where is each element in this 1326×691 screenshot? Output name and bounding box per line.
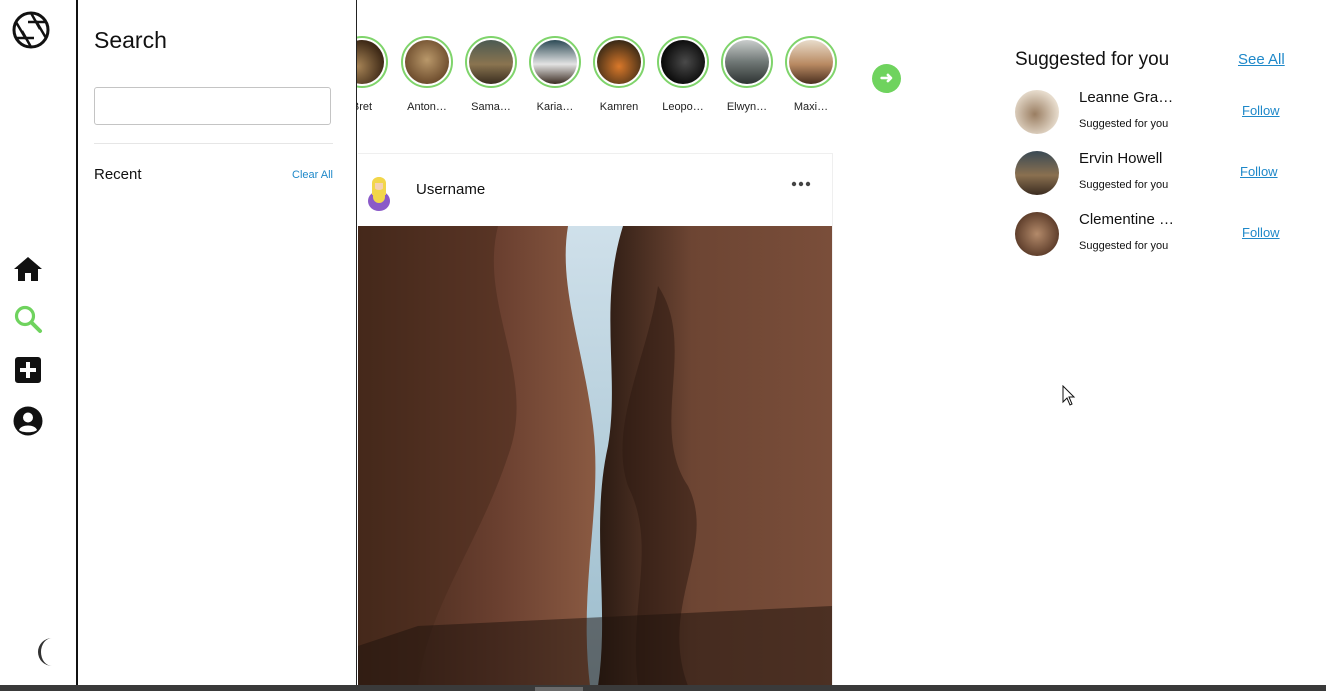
- suggestion-row: Clementine … Suggested for you Follow: [1015, 211, 1295, 258]
- plus-square-icon[interactable]: [12, 354, 44, 386]
- suggestion-name[interactable]: Ervin Howell: [1079, 150, 1184, 167]
- story-avatar: [357, 36, 388, 88]
- story-item[interactable]: Bret: [357, 36, 391, 113]
- follow-button[interactable]: Follow: [1240, 164, 1278, 179]
- follow-button[interactable]: Follow: [1242, 225, 1280, 240]
- suggestion-subtitle: Suggested for you: [1079, 118, 1169, 130]
- arrow-right-icon[interactable]: ➜: [872, 64, 901, 93]
- story-item[interactable]: Maxi…: [782, 36, 840, 113]
- search-panel-title: Search: [94, 27, 167, 53]
- story-avatar: [529, 36, 581, 88]
- suggestion-subtitle: Suggested for you: [1079, 240, 1169, 252]
- story-item[interactable]: Leopo…: [654, 36, 712, 113]
- post-image[interactable]: [358, 226, 832, 686]
- post-card: Username: [358, 153, 833, 687]
- suggestion-subtitle: Suggested for you: [1079, 179, 1169, 191]
- mouse-cursor-icon: [1062, 385, 1076, 406]
- search-input[interactable]: [94, 87, 331, 125]
- story-item[interactable]: Anton…: [398, 36, 456, 113]
- story-avatar: [465, 36, 517, 88]
- story-item[interactable]: Sama…: [462, 36, 520, 113]
- recent-label: Recent: [94, 166, 142, 183]
- avatar[interactable]: [364, 171, 394, 211]
- story-name: Bret: [357, 101, 373, 113]
- story-item[interactable]: Kamren: [590, 36, 648, 113]
- aperture-icon[interactable]: [11, 10, 51, 50]
- story-avatar: [401, 36, 453, 88]
- stories-bar: Bret Anton… Sama… Karia… Kamren Leopo… E…: [357, 36, 857, 126]
- search-panel: Search Recent Clear All: [78, 0, 357, 685]
- story-name: Kamren: [599, 101, 639, 113]
- suggestions-title: Suggested for you: [1015, 49, 1170, 70]
- clear-all-button[interactable]: Clear All: [292, 169, 333, 181]
- story-name: Sama…: [471, 101, 511, 113]
- see-all-link[interactable]: See All: [1238, 51, 1285, 68]
- story-avatar: [721, 36, 773, 88]
- moon-icon[interactable]: [30, 636, 60, 668]
- bottom-bar: [0, 685, 1326, 691]
- story-item[interactable]: Elwyn…: [718, 36, 776, 113]
- story-name: Leopo…: [662, 101, 704, 113]
- follow-button[interactable]: Follow: [1242, 103, 1280, 118]
- story-avatar: [785, 36, 837, 88]
- story-name: Anton…: [407, 101, 447, 113]
- story-name: Maxi…: [793, 101, 829, 113]
- scrollbar-thumb[interactable]: [535, 687, 583, 691]
- avatar[interactable]: [1015, 90, 1059, 134]
- story-avatar: [593, 36, 645, 88]
- story-name: Karia…: [536, 101, 574, 113]
- suggestion-row: Leanne Gra… Suggested for you Follow: [1015, 89, 1295, 136]
- home-icon[interactable]: [12, 253, 44, 285]
- story-item[interactable]: Karia…: [526, 36, 584, 113]
- ellipsis-icon[interactable]: [786, 174, 816, 194]
- story-avatar: [657, 36, 709, 88]
- user-circle-icon[interactable]: [12, 405, 44, 437]
- search-icon[interactable]: [12, 303, 44, 335]
- suggestion-row: Ervin Howell Suggested for you Follow: [1015, 150, 1295, 197]
- post-username[interactable]: Username: [416, 181, 485, 198]
- story-name: Elwyn…: [726, 101, 768, 113]
- suggestion-name[interactable]: Leanne Gra…: [1079, 89, 1184, 106]
- avatar[interactable]: [1015, 212, 1059, 256]
- divider: [94, 143, 333, 144]
- suggestion-name[interactable]: Clementine …: [1079, 211, 1184, 228]
- avatar[interactable]: [1015, 151, 1059, 195]
- nav-rail: [0, 0, 78, 685]
